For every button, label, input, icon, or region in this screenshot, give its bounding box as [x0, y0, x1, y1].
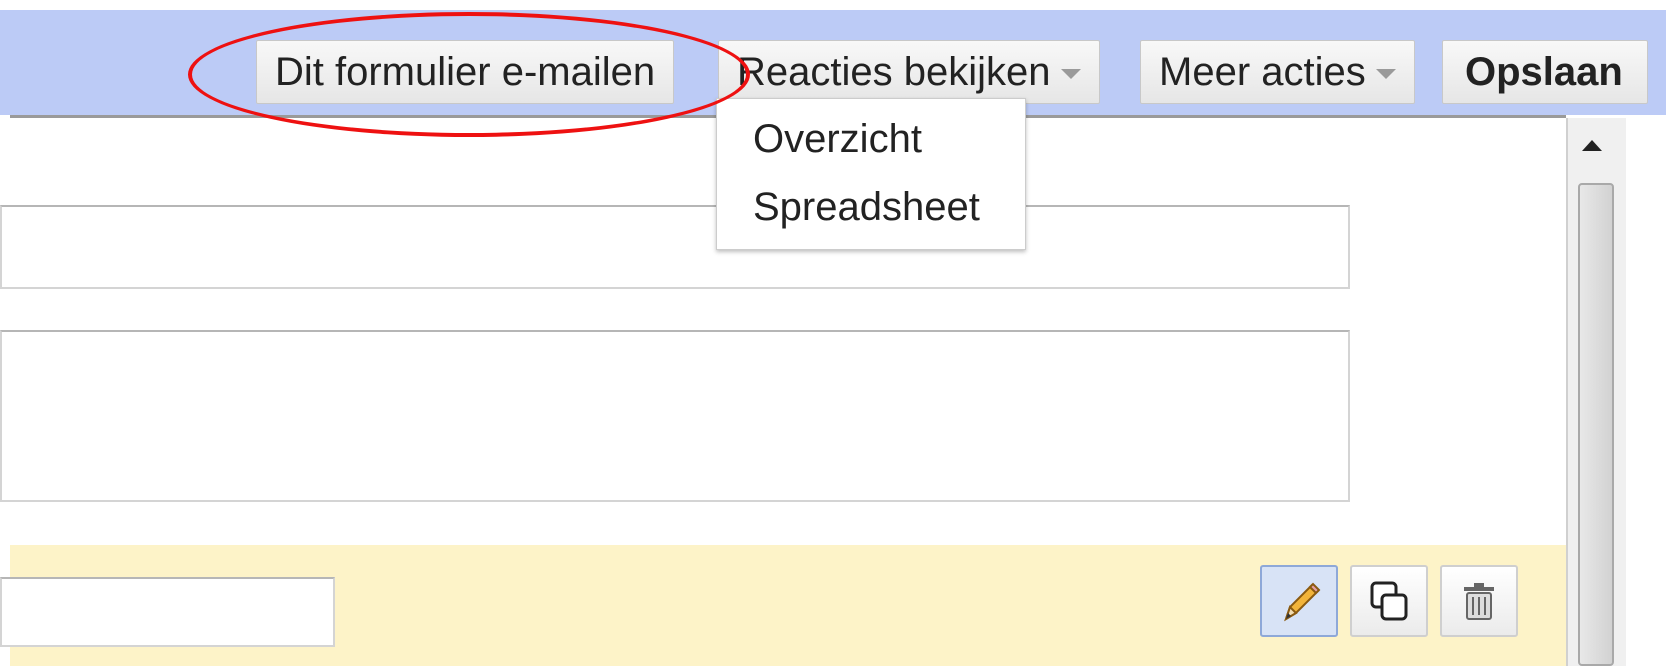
chevron-down-icon [1375, 69, 1396, 80]
question-title-input[interactable] [0, 577, 335, 647]
more-actions-button[interactable]: Meer acties [1140, 40, 1415, 104]
email-form-label: Dit formulier e-mailen [275, 50, 656, 94]
chevron-down-icon [1060, 69, 1081, 80]
delete-question-button[interactable] [1440, 565, 1518, 637]
menu-item-spreadsheet[interactable]: Spreadsheet [753, 185, 980, 230]
form-title-input[interactable] [0, 205, 1350, 289]
duplicate-question-button[interactable] [1350, 565, 1428, 637]
pencil-icon [1284, 582, 1321, 622]
duplicate-icon [1370, 581, 1408, 621]
save-label: Opslaan [1465, 50, 1623, 94]
scrollbar-thumb[interactable] [1578, 183, 1614, 666]
trash-icon [1464, 583, 1494, 620]
edit-question-button[interactable] [1260, 565, 1338, 637]
view-responses-label: Reacties bekijken [737, 50, 1051, 94]
vertical-scrollbar[interactable] [1566, 118, 1626, 666]
view-responses-button[interactable]: Reacties bekijken [718, 40, 1100, 104]
scroll-up-arrow-icon[interactable] [1582, 140, 1602, 151]
form-description-input[interactable] [0, 330, 1350, 502]
more-actions-label: Meer acties [1159, 50, 1366, 94]
email-form-button[interactable]: Dit formulier e-mailen [256, 40, 675, 104]
view-responses-menu: Overzicht Spreadsheet [716, 98, 1026, 250]
menu-item-overview[interactable]: Overzicht [753, 117, 922, 162]
save-button[interactable]: Opslaan [1442, 40, 1648, 104]
